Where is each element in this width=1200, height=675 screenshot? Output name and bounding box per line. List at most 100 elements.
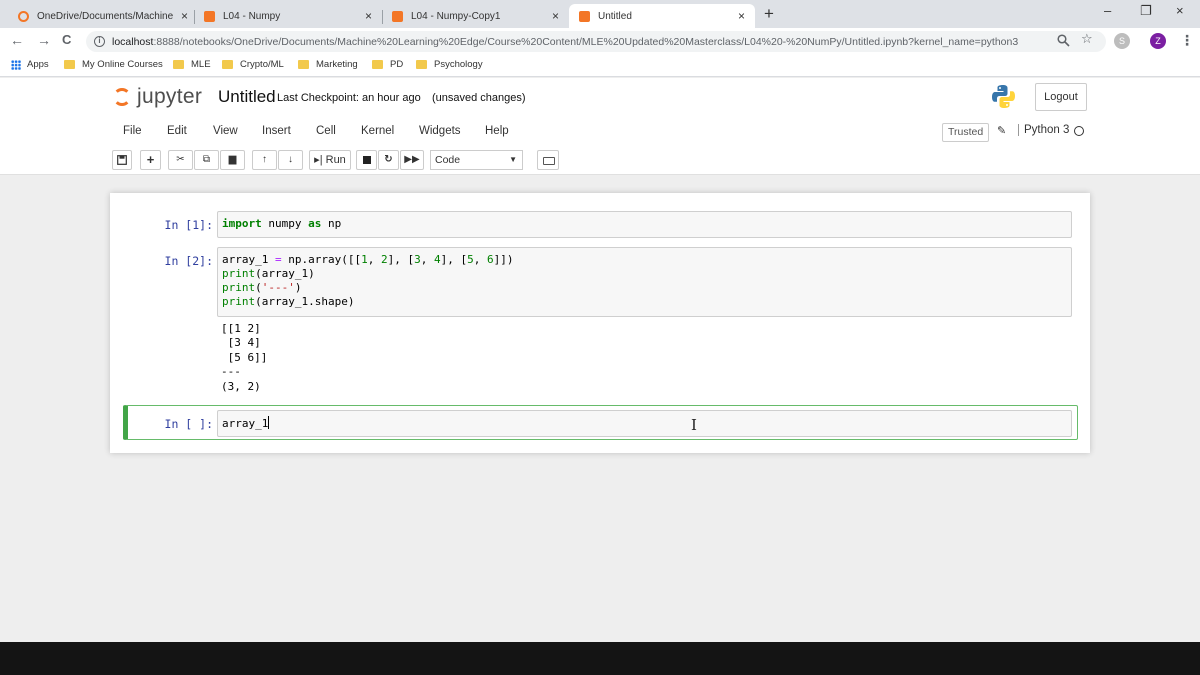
move-down-button[interactable]: ↓: [278, 150, 303, 170]
notebook-favicon-icon: [392, 10, 403, 22]
minimize-icon[interactable]: –: [1104, 3, 1111, 18]
cell-input-editor[interactable]: array_1: [217, 410, 1072, 437]
code-cell[interactable]: In [2]: array_1 = np.array([[1, 2], [3, …: [124, 247, 1074, 397]
bookmark-my-online-courses[interactable]: My Online Courses: [64, 59, 163, 70]
restart-icon: ↻: [384, 154, 393, 165]
insert-cell-button[interactable]: +: [140, 150, 161, 170]
pencil-icon[interactable]: ✎: [997, 124, 1006, 137]
arrow-up-icon: ↑: [262, 154, 267, 165]
notebook-favicon-icon: [579, 10, 590, 22]
ibeam-cursor-icon: I: [691, 416, 697, 434]
restore-icon[interactable]: ❐: [1140, 3, 1152, 19]
menu-help[interactable]: Help: [485, 125, 509, 137]
forward-icon[interactable]: →: [37, 32, 51, 48]
new-tab-button[interactable]: +: [764, 4, 774, 24]
tab-onedrive[interactable]: OneDrive/Documents/Machine L ×: [8, 4, 198, 28]
bookmark-label: Psychology: [434, 59, 483, 70]
profile-avatar[interactable]: Z: [1150, 33, 1166, 49]
address-bar: ← → C i localhost:8888/notebooks/OneDriv…: [0, 28, 1200, 55]
jupyter-favicon-icon: [18, 10, 29, 22]
cell-type-select[interactable]: Code ▼: [430, 150, 523, 170]
bookmark-pd[interactable]: PD: [372, 59, 403, 70]
output-line: (3, 2): [221, 379, 261, 393]
cell-prompt: In [ ]:: [164, 417, 213, 431]
cell-prompt: In [2]:: [164, 254, 213, 268]
cell-input[interactable]: import numpy as np: [217, 211, 1072, 238]
notebook-name[interactable]: Untitled: [218, 87, 276, 107]
move-up-button[interactable]: ↑: [252, 150, 277, 170]
bookmark-label: Marketing: [316, 59, 358, 70]
tab-l04-numpy[interactable]: L04 - Numpy ×: [194, 4, 382, 28]
menu-edit[interactable]: Edit: [167, 125, 187, 137]
python-logo-icon: [992, 85, 1015, 108]
cut-button[interactable]: ✂: [168, 150, 193, 170]
menu-insert[interactable]: Insert: [262, 125, 291, 137]
bookmark-apps[interactable]: Apps: [11, 59, 49, 70]
notebook-toolbar: + ✂ ⧉ ▆ ↑ ↓ ▸| Run ↻ ▶▶ Code ▼: [110, 150, 1090, 170]
interrupt-button[interactable]: [356, 150, 377, 170]
bookmark-mle[interactable]: MLE: [173, 59, 211, 70]
save-button[interactable]: [112, 150, 132, 170]
tab-l04-numpy-copy1[interactable]: L04 - Numpy-Copy1 ×: [382, 4, 569, 28]
menu-file[interactable]: File: [123, 125, 142, 137]
restart-button[interactable]: ↻: [378, 150, 399, 170]
back-icon[interactable]: ←: [10, 32, 24, 48]
menu-bar: File Edit View Insert Cell Kernel Widget…: [110, 120, 1090, 144]
logout-button[interactable]: Logout: [1035, 83, 1087, 111]
folder-icon: [222, 60, 233, 69]
plus-icon: +: [146, 152, 155, 167]
zoom-search-icon[interactable]: [1057, 34, 1070, 47]
bookmark-crypto-ml[interactable]: Crypto/ML: [222, 59, 284, 70]
bookmark-label: My Online Courses: [82, 59, 163, 70]
jupyter-logo-icon: [113, 88, 131, 106]
tab-close-icon[interactable]: ×: [552, 9, 559, 23]
tab-close-icon[interactable]: ×: [181, 9, 188, 23]
bookmark-marketing[interactable]: Marketing: [298, 59, 358, 70]
paste-button[interactable]: ▆: [220, 150, 245, 170]
chevron-down-icon: ▼: [509, 155, 517, 164]
output-line: [3 4]: [221, 336, 261, 350]
run-icon: ▸|: [314, 154, 323, 166]
url-path: :8888/notebooks/OneDrive/Documents/Machi…: [153, 35, 1019, 48]
keyboard-shortcuts-button[interactable]: [537, 150, 559, 170]
arrow-down-icon: ↓: [288, 154, 293, 165]
code-line: import numpy as np: [222, 217, 342, 230]
code-cell-active[interactable]: In [ ]: array_1: [124, 410, 1074, 438]
kernel-name[interactable]: Python 3: [1018, 124, 1069, 136]
jupyter-header: jupyter Untitled Last Checkpoint: an hou…: [0, 78, 1200, 175]
star-icon[interactable]: ☆: [1081, 31, 1093, 47]
tab-close-icon[interactable]: ×: [365, 9, 372, 23]
site-info-icon[interactable]: i: [94, 36, 105, 47]
extension-icon[interactable]: S: [1114, 33, 1130, 49]
menu-kernel[interactable]: Kernel: [361, 125, 394, 137]
trusted-indicator[interactable]: Trusted: [942, 123, 990, 142]
apps-grid-icon: [11, 59, 21, 70]
jupyter-logo[interactable]: jupyter: [113, 85, 202, 109]
code-line: array_1 = np.array([[1, 2], [3, 4], [5, …: [222, 253, 514, 266]
menu-widgets[interactable]: Widgets: [419, 125, 461, 137]
run-button[interactable]: ▸| Run: [309, 150, 351, 170]
copy-button[interactable]: ⧉: [194, 150, 219, 170]
tab-untitled[interactable]: Untitled ×: [569, 4, 755, 28]
restart-run-all-button[interactable]: ▶▶: [400, 150, 424, 170]
cell-prompt: In [1]:: [164, 218, 213, 232]
folder-icon: [64, 60, 75, 69]
menu-cell[interactable]: Cell: [316, 125, 336, 137]
tab-close-icon[interactable]: ×: [738, 9, 745, 23]
run-label: Run: [325, 154, 346, 166]
menu-view[interactable]: View: [213, 125, 238, 137]
taskbar: [0, 642, 1200, 675]
browser-menu-icon[interactable]: ⋮: [1180, 32, 1194, 49]
bookmark-psychology[interactable]: Psychology: [416, 59, 483, 70]
reload-icon[interactable]: C: [62, 32, 71, 47]
text-cursor: [268, 416, 270, 429]
folder-icon: [173, 60, 184, 69]
output-line: [5 6]]: [221, 350, 268, 364]
window-close-icon[interactable]: ×: [1176, 3, 1184, 18]
code-line: print('---'): [222, 281, 302, 294]
bookmark-label: Apps: [27, 59, 49, 70]
tab-title: OneDrive/Documents/Machine L: [37, 10, 175, 22]
code-cell[interactable]: In [1]: import numpy as np: [124, 211, 1074, 241]
url-field[interactable]: i localhost:8888/notebooks/OneDrive/Docu…: [86, 31, 1106, 52]
cell-input[interactable]: array_1 = np.array([[1, 2], [3, 4], [5, …: [217, 247, 1072, 317]
